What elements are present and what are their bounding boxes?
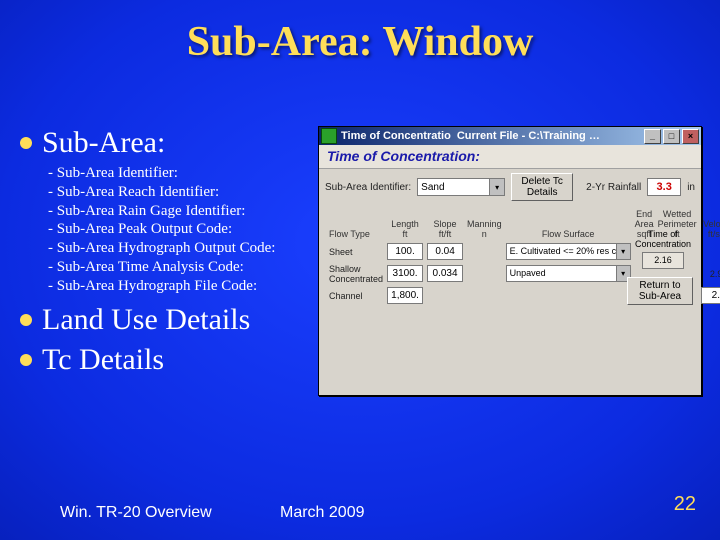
col-velocity: Velocity ft/sec: [699, 209, 720, 241]
delete-tc-label1: Delete Tc: [517, 176, 567, 187]
rainfall-input[interactable]: 3.3: [647, 178, 681, 196]
label-subarea-id: Sub-Area Identifier:: [325, 182, 411, 193]
bullet-icon: [20, 354, 32, 366]
shallow-slope[interactable]: 0.034: [427, 265, 463, 282]
rowlabel-channel: Channel: [325, 285, 385, 307]
sublist-item: - Sub-Area Reach Identifier:: [48, 183, 320, 202]
sublist-item: - Sub-Area Hydrograph Output Code:: [48, 239, 320, 258]
sheet-surface[interactable]: E. Cultivated <= 20% res cov▾: [506, 243, 631, 260]
slide: Sub-Area: Window Sub-Area: - Sub-Area Id…: [0, 0, 720, 540]
window-title-left: Time of Concentratio: [341, 130, 451, 142]
subarea-sublist: - Sub-Area Identifier: - Sub-Area Reach …: [48, 164, 320, 295]
label-rainfall: 2-Yr Rainfall: [586, 182, 641, 193]
delete-tc-label2: Details: [517, 187, 567, 198]
app-icon: [321, 128, 337, 144]
app-window: Time of Concentratio Current File - C:\T…: [318, 126, 702, 396]
channel-velocity[interactable]: 2.0: [701, 287, 720, 304]
sublist-item: - Sub-Area Rain Gage Identifier:: [48, 202, 320, 221]
return-label1: Return to: [633, 280, 687, 291]
chevron-down-icon: ▾: [616, 244, 630, 259]
footer-date: March 2009: [280, 504, 365, 522]
window-title-right: Current File - C:\Training Mater…: [457, 130, 607, 142]
form-heading: Time of Concentration:: [319, 145, 701, 169]
toc-summary: Time of Concentration 2.16: [635, 229, 691, 269]
shallow-length[interactable]: 3100.: [387, 265, 423, 282]
rowlabel-shallow: Shallow Concentrated: [325, 263, 385, 285]
footer-page: 22: [674, 493, 696, 516]
bullet-tc: Tc Details: [20, 343, 320, 377]
col-flowsurface: Flow Surface: [504, 209, 633, 241]
toc-label2: Concentration: [635, 239, 691, 249]
bullet-subarea: Sub-Area:: [20, 126, 320, 160]
subarea-select[interactable]: Sand ▾: [417, 178, 505, 196]
rainfall-unit: in: [687, 182, 695, 193]
content-block: Sub-Area: - Sub-Area Identifier: - Sub-A…: [20, 120, 320, 381]
return-label2: Sub-Area: [633, 291, 687, 302]
footer-program: Win. TR-20 Overview: [60, 504, 212, 522]
close-button[interactable]: ×: [682, 129, 699, 144]
shallow-velocity: 2.93: [699, 263, 720, 285]
chevron-down-icon: ▾: [489, 179, 504, 195]
bullet-text-landuse: Land Use Details: [42, 303, 250, 337]
col-flowtype: Flow Type: [325, 209, 385, 241]
rowlabel-sheet: Sheet: [325, 241, 385, 263]
bullet-icon: [20, 314, 32, 326]
col-length: Length ft: [385, 209, 425, 241]
delete-tc-button[interactable]: Delete Tc Details: [511, 173, 573, 201]
col-slope: Slope ft/ft: [425, 209, 465, 241]
bullet-text-subarea: Sub-Area:: [42, 126, 165, 160]
shallow-surface[interactable]: Unpaved▾: [506, 265, 631, 282]
form-area: Sub-Area Identifier: Sand ▾ Delete Tc De…: [319, 169, 701, 311]
toc-label1: Time of: [635, 229, 691, 239]
channel-length[interactable]: 1,800.: [387, 287, 423, 304]
bullet-icon: [20, 137, 32, 149]
sheet-length[interactable]: 100.: [387, 243, 423, 260]
bullet-text-tc: Tc Details: [42, 343, 164, 377]
subarea-value: Sand: [421, 182, 444, 193]
minimize-button[interactable]: _: [644, 129, 661, 144]
slide-title: Sub-Area: Window: [0, 0, 720, 66]
bullet-landuse: Land Use Details: [20, 303, 320, 337]
maximize-button[interactable]: □: [663, 129, 680, 144]
col-manning: Manning n: [465, 209, 504, 241]
toc-value: 2.16: [642, 252, 684, 269]
window-titlebar[interactable]: Time of Concentratio Current File - C:\T…: [319, 127, 701, 145]
sheet-slope[interactable]: 0.04: [427, 243, 463, 260]
sublist-item: - Sub-Area Identifier:: [48, 164, 320, 183]
sublist-item: - Sub-Area Hydrograph File Code:: [48, 277, 320, 296]
sublist-item: - Sub-Area Peak Output Code:: [48, 220, 320, 239]
return-button[interactable]: Return to Sub-Area: [627, 277, 693, 305]
sublist-item: - Sub-Area Time Analysis Code:: [48, 258, 320, 277]
